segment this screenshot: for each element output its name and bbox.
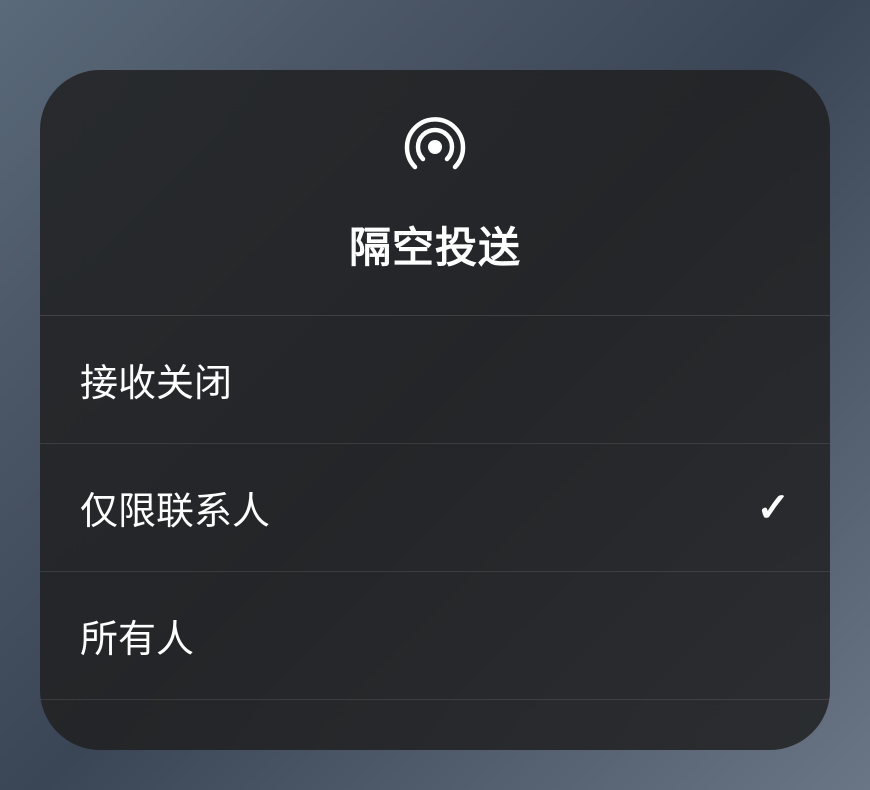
options-list: 接收关闭 仅限联系人 ✓ 所有人 (40, 316, 830, 750)
option-everyone[interactable]: 所有人 (40, 572, 830, 700)
option-label: 所有人 (80, 608, 194, 663)
panel-title: 隔空投送 (349, 214, 521, 275)
panel-header: 隔空投送 (40, 70, 830, 316)
option-label: 仅限联系人 (80, 480, 270, 535)
option-contacts-only[interactable]: 仅限联系人 ✓ (40, 444, 830, 572)
option-label: 接收关闭 (80, 352, 232, 407)
checkmark-icon: ✓ (756, 485, 790, 531)
option-receiving-off[interactable]: 接收关闭 (40, 316, 830, 444)
airdrop-settings-panel: 隔空投送 接收关闭 仅限联系人 ✓ 所有人 (40, 70, 830, 750)
airdrop-icon (403, 115, 467, 184)
